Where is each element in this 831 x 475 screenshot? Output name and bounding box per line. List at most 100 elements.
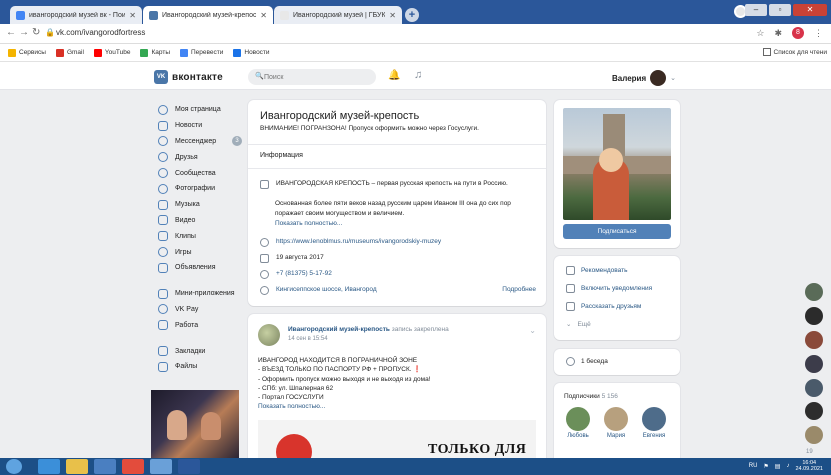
network-icon[interactable]: ▤ <box>775 463 781 470</box>
post-author[interactable]: Ивангородский музей-крепость запись закр… <box>288 326 449 333</box>
bookmark-gmail[interactable]: Gmail <box>55 48 84 57</box>
group-cover-image[interactable] <box>563 108 671 220</box>
bookmark-news[interactable]: Новости <box>233 48 270 57</box>
subscribe-button[interactable]: Подписаться <box>563 224 671 239</box>
ie-icon[interactable] <box>38 459 60 474</box>
extensions-icon[interactable]: ✱ <box>774 28 782 39</box>
close-icon[interactable]: ✕ <box>129 11 136 20</box>
explorer-icon[interactable] <box>66 459 88 474</box>
notifications-bell-icon[interactable]: 🔔 <box>388 70 400 81</box>
word-icon[interactable] <box>178 459 200 474</box>
bookmark-services[interactable]: Сервисы <box>8 48 46 57</box>
sidebar-item-ads[interactable]: Объявления <box>158 260 244 276</box>
window-close-icon[interactable]: ✕ <box>793 4 827 16</box>
chat-avatar[interactable] <box>805 402 823 420</box>
volume-icon[interactable]: ♪ <box>786 463 789 469</box>
forward-icon[interactable]: → <box>19 27 29 38</box>
chat-avatar[interactable] <box>805 283 823 301</box>
lock-icon[interactable]: 🔒 <box>45 28 55 37</box>
discussions-link[interactable]: 1 беседа <box>566 357 608 366</box>
more-action[interactable]: ⌄ Ещё <box>566 320 591 329</box>
bookmark-translate[interactable]: Перевести <box>180 48 223 57</box>
follower-item[interactable]: Мария <box>602 407 630 439</box>
chat-avatar[interactable] <box>805 426 823 444</box>
sidebar-divider <box>158 333 244 343</box>
menu-icon[interactable]: ⋮ <box>814 28 823 39</box>
sidebar-item-bookmarks[interactable]: Закладки <box>158 343 244 359</box>
url-field[interactable]: vk.com/ivangorodfortress <box>56 28 145 37</box>
post-author-name[interactable]: Ивангородский музей-крепость <box>288 326 390 333</box>
browser-tab-3[interactable]: Ивангородский музей | ГБУК Л ✕ <box>274 6 402 24</box>
start-icon[interactable] <box>6 459 22 474</box>
sidebar-item-music[interactable]: Музыка <box>158 197 244 213</box>
group-status: ВНИМАНИЕ! ПОГРАНЗОНА! Пропуск оформить м… <box>260 125 479 132</box>
star-icon[interactable]: ☆ <box>756 28 764 39</box>
show-more-link[interactable]: Показать полностью... <box>275 220 342 227</box>
extension-badge[interactable]: 8 <box>792 27 804 39</box>
notifications-action[interactable]: Включить уведомления <box>566 284 652 293</box>
follower-item[interactable]: Евгения <box>640 407 668 439</box>
flag-icon[interactable]: ⚑ <box>763 463 768 470</box>
discussions-card[interactable]: 1 беседа <box>554 349 680 375</box>
website-row[interactable]: https://www.lenoblmus.ru/museums/ivangor… <box>260 238 441 247</box>
chrome-icon[interactable] <box>122 459 144 474</box>
maximize-icon[interactable]: ▫ <box>769 4 791 16</box>
chat-avatar[interactable] <box>805 379 823 397</box>
files-icon <box>158 361 168 372</box>
website-link[interactable]: https://www.lenoblmus.ru/museums/ivangor… <box>276 238 441 245</box>
media-icon[interactable] <box>94 459 116 474</box>
sidebar-item-games[interactable]: Игры <box>158 244 244 260</box>
browser-tab-1[interactable]: ивангородский музей вк - Пои ✕ <box>10 6 142 24</box>
sidebar-item-news[interactable]: Новости <box>158 118 244 134</box>
sidebar-item-mini-apps[interactable]: Мини-приложения <box>158 286 244 302</box>
vk-logo[interactable]: VK вконтакте <box>154 70 223 84</box>
browser-tab-2[interactable]: Ивангородский музей-крепост ✕ <box>143 6 273 24</box>
sidebar-ad-image[interactable] <box>151 390 239 458</box>
tab-information[interactable]: Информация <box>260 152 303 159</box>
back-icon[interactable]: ← <box>6 27 16 38</box>
sidebar-item-messenger[interactable]: Мессенджер 3 <box>158 134 244 150</box>
user-menu[interactable]: Валерия ⌄ <box>612 70 676 86</box>
sidebar-item-work[interactable]: Работа <box>158 317 244 333</box>
chevron-down-icon[interactable]: ⌄ <box>529 326 536 335</box>
reload-icon[interactable]: ↻ <box>32 27 40 38</box>
music-note-icon[interactable]: ♫ <box>414 69 422 81</box>
tab-title: Ивангородский музей-крепост <box>162 11 257 19</box>
sidebar-item-files[interactable]: Файлы <box>158 359 244 375</box>
close-icon[interactable]: ✕ <box>389 11 396 20</box>
search-input[interactable] <box>248 69 376 85</box>
new-tab-button[interactable]: + <box>405 8 419 22</box>
sidebar-item-friends[interactable]: Друзья <box>158 149 244 165</box>
chat-avatar[interactable] <box>805 307 823 325</box>
sidebar-item-clips[interactable]: Клипы <box>158 228 244 244</box>
address-row[interactable]: Кингисеппское шоссе, Ивангород <box>260 286 377 295</box>
bookmark-maps[interactable]: Карты <box>140 48 170 57</box>
sidebar-item-groups[interactable]: Сообщества <box>158 165 244 181</box>
details-link[interactable]: Подробнее <box>502 286 536 293</box>
bookmark-youtube[interactable]: YouTube <box>93 48 130 57</box>
sidebar-item-photos[interactable]: Фотографии <box>158 181 244 197</box>
post-date[interactable]: 14 сен в 15:54 <box>288 336 328 342</box>
chat-avatar[interactable] <box>805 355 823 373</box>
sidebar-item-video[interactable]: Видео <box>158 213 244 229</box>
sidebar-item-vk-pay[interactable]: VK Pay <box>158 302 244 318</box>
clock[interactable]: 16:04 24.09.2021 <box>795 460 823 472</box>
address-link[interactable]: Кингисеппское шоссе, Ивангород <box>276 286 377 293</box>
share-action[interactable]: Рассказать друзьям <box>566 302 641 311</box>
recommend-action[interactable]: Рекомендовать <box>566 266 628 275</box>
bookmark-icon <box>158 346 168 357</box>
show-more-link[interactable]: Показать полностью... <box>258 402 538 411</box>
minimize-icon[interactable]: – <box>745 4 767 16</box>
language-indicator[interactable]: RU <box>749 463 758 469</box>
chat-avatar[interactable] <box>805 331 823 349</box>
address-actions: ☆ ✱ 8 ⋮ <box>756 27 823 39</box>
phone-number[interactable]: +7 (81375) 5-17-92 <box>276 270 332 277</box>
app-icon[interactable] <box>150 459 172 474</box>
sidebar-item-my-page[interactable]: Моя страница <box>158 102 244 118</box>
phone-row[interactable]: +7 (81375) 5-17-92 <box>260 270 332 279</box>
avatar[interactable] <box>258 324 280 346</box>
close-icon[interactable]: ✕ <box>260 11 267 20</box>
follower-item[interactable]: Любовь <box>564 407 592 439</box>
subscribers-header[interactable]: Подписчики 5 156 <box>564 393 618 400</box>
reading-list[interactable]: Список для чтени <box>762 48 827 56</box>
